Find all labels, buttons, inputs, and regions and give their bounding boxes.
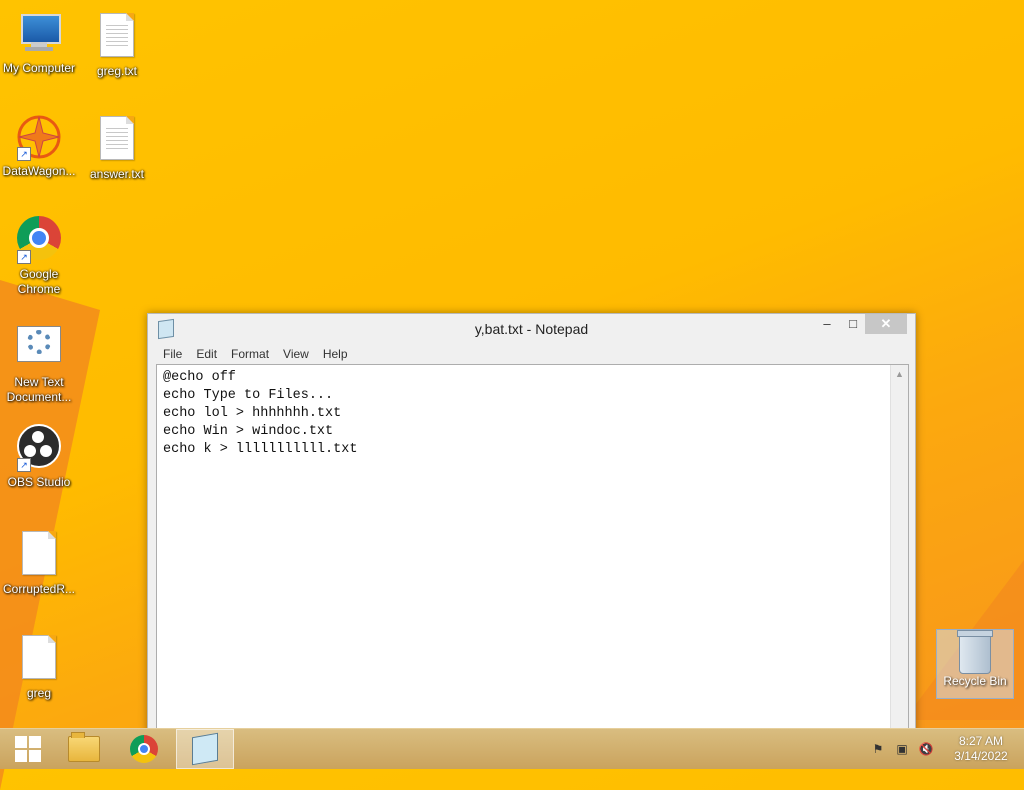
- network-icon[interactable]: ▣: [894, 741, 910, 757]
- volume-muted-icon[interactable]: 🔇: [918, 741, 934, 757]
- file-icon: [15, 635, 63, 683]
- taskbar-file-explorer[interactable]: [56, 729, 112, 769]
- shortcut-arrow-icon: ↗: [17, 458, 31, 472]
- desktop-icon-google-chrome[interactable]: ↗ Google Chrome: [0, 216, 79, 297]
- shortcut-arrow-icon: ↗: [17, 250, 31, 264]
- desktop-icon-label: My Computer: [2, 61, 76, 75]
- chrome-icon: [130, 735, 158, 763]
- text-file-icon: [93, 13, 141, 61]
- desktop-icon-datawagon[interactable]: ↗ DataWagon...: [0, 113, 79, 179]
- clock[interactable]: 8:27 AM 3/14/2022: [948, 734, 1014, 764]
- minimize-button[interactable]: –: [814, 314, 840, 334]
- desktop-icon-label: Recycle Bin: [943, 674, 1007, 688]
- desktop-icon-answer-txt[interactable]: answer.txt: [77, 113, 157, 182]
- title-bar[interactable]: y,bat.txt - Notepad – □ ✕: [148, 314, 915, 344]
- taskbar-chrome[interactable]: [116, 729, 172, 769]
- desktop-icon-my-computer[interactable]: My Computer: [0, 10, 79, 76]
- text-editor[interactable]: @echo off echo Type to Files... echo lol…: [156, 364, 909, 736]
- editor-content[interactable]: @echo off echo Type to Files... echo lol…: [157, 365, 908, 463]
- desktop-icon-corrupted[interactable]: CorruptedR...: [0, 528, 79, 597]
- file-icon: [15, 531, 63, 579]
- desktop-icon-new-text-document[interactable]: New Text Document...: [0, 324, 79, 405]
- windows-logo-icon: [15, 736, 41, 762]
- menu-help[interactable]: Help: [316, 344, 355, 362]
- computer-icon: [15, 10, 63, 58]
- folder-icon: [68, 732, 100, 762]
- window-title: y,bat.txt - Notepad: [474, 321, 589, 337]
- desktop-icon-label: Google Chrome: [17, 267, 61, 296]
- menu-view[interactable]: View: [276, 344, 316, 362]
- desktop-icon-label: greg: [26, 686, 52, 700]
- desktop-icon-recycle-bin[interactable]: Recycle Bin: [936, 629, 1014, 699]
- desktop-icon-label: OBS Studio: [7, 475, 71, 489]
- vertical-scrollbar[interactable]: ▲: [890, 365, 908, 735]
- action-center-flag-icon[interactable]: ⚑: [870, 741, 886, 757]
- desktop-icon-label: New Text Document...: [6, 375, 72, 404]
- desktop-icon-obs-studio[interactable]: ↗ OBS Studio: [0, 424, 79, 490]
- text-file-icon: [93, 116, 141, 164]
- close-button[interactable]: ✕: [865, 314, 907, 334]
- clock-date: 3/14/2022: [954, 749, 1008, 763]
- notepad-window[interactable]: y,bat.txt - Notepad – □ ✕ File Edit Form…: [147, 313, 916, 736]
- datawagon-icon: ↗: [15, 113, 63, 161]
- chrome-icon: ↗: [15, 216, 63, 264]
- desktop-icon-label: CorruptedR...: [2, 582, 76, 596]
- desktop-icon-label: answer.txt: [89, 167, 145, 181]
- menu-file[interactable]: File: [156, 344, 189, 362]
- notepad-icon: [192, 732, 218, 766]
- taskbar: ⚑ ▣ 🔇 8:27 AM 3/14/2022: [0, 728, 1024, 769]
- shortcut-arrow-icon: ↗: [17, 147, 31, 161]
- desktop-icon-greg[interactable]: greg: [0, 632, 79, 701]
- taskbar-notepad[interactable]: [176, 729, 234, 769]
- desktop-icon-label: greg.txt: [96, 64, 138, 78]
- desktop-icon-greg-txt[interactable]: greg.txt: [77, 10, 157, 79]
- system-tray: ⚑ ▣ 🔇: [870, 729, 934, 769]
- clock-time: 8:27 AM: [958, 734, 1004, 748]
- maximize-button[interactable]: □: [840, 314, 866, 334]
- obs-icon: ↗: [15, 424, 63, 472]
- menu-edit[interactable]: Edit: [189, 344, 224, 362]
- menu-bar: File Edit Format View Help: [148, 344, 915, 362]
- scroll-up-icon[interactable]: ▲: [891, 365, 908, 379]
- recycle-bin-icon: [957, 630, 993, 674]
- start-button[interactable]: [0, 729, 56, 769]
- menu-format[interactable]: Format: [224, 344, 276, 362]
- settings-document-icon: [15, 324, 63, 372]
- desktop-icon-label: DataWagon...: [2, 164, 76, 178]
